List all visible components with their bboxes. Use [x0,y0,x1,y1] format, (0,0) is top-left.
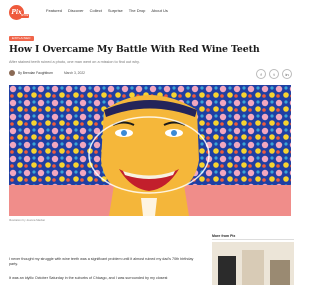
twitter-share-icon[interactable]: t [269,69,279,79]
nav-about-us[interactable]: About Us [151,8,167,13]
sidebar-divider [212,239,294,240]
main-nav: Featured Discover Collect Surprise The D… [46,8,174,13]
nav-surprise[interactable]: Surprise [108,8,123,13]
article-paragraph: It was an idyllic October Saturday in th… [9,276,168,280]
facebook-share-icon[interactable]: f [256,69,266,79]
hero-illustration [9,85,291,216]
logo-tag: SPICE [20,14,29,18]
nav-featured[interactable]: Featured [46,8,62,13]
nav-the-drop[interactable]: The Drop [129,8,146,13]
category-badge[interactable]: EXPLAINED [9,36,34,41]
author-avatar [9,70,15,76]
linkedin-share-icon[interactable]: in [282,69,292,79]
nav-discover[interactable]: Discover [68,8,84,13]
author-name[interactable]: By Brendan Faughtburn [18,71,53,75]
article-title: How I Overcame My Battle With Red Wine T… [9,44,260,55]
top-bar: Pix SPICE Featured Discover Collect Surp… [0,0,300,24]
article-subtitle: After stained teeth ruined a photo, one … [9,60,140,64]
image-caption: Illustration by Joanna Maclan [9,218,46,222]
nav-collect[interactable]: Collect [90,8,102,13]
publish-date: March 3, 2022 [63,71,86,75]
byline: By Brendan Faughtburn March 3, 2022 [18,71,85,75]
article-paragraph: I never thought my struggle with wine te… [9,257,194,266]
sidebar-heading: More from Pix [212,234,236,238]
sidebar-thumbnail[interactable] [212,242,294,285]
